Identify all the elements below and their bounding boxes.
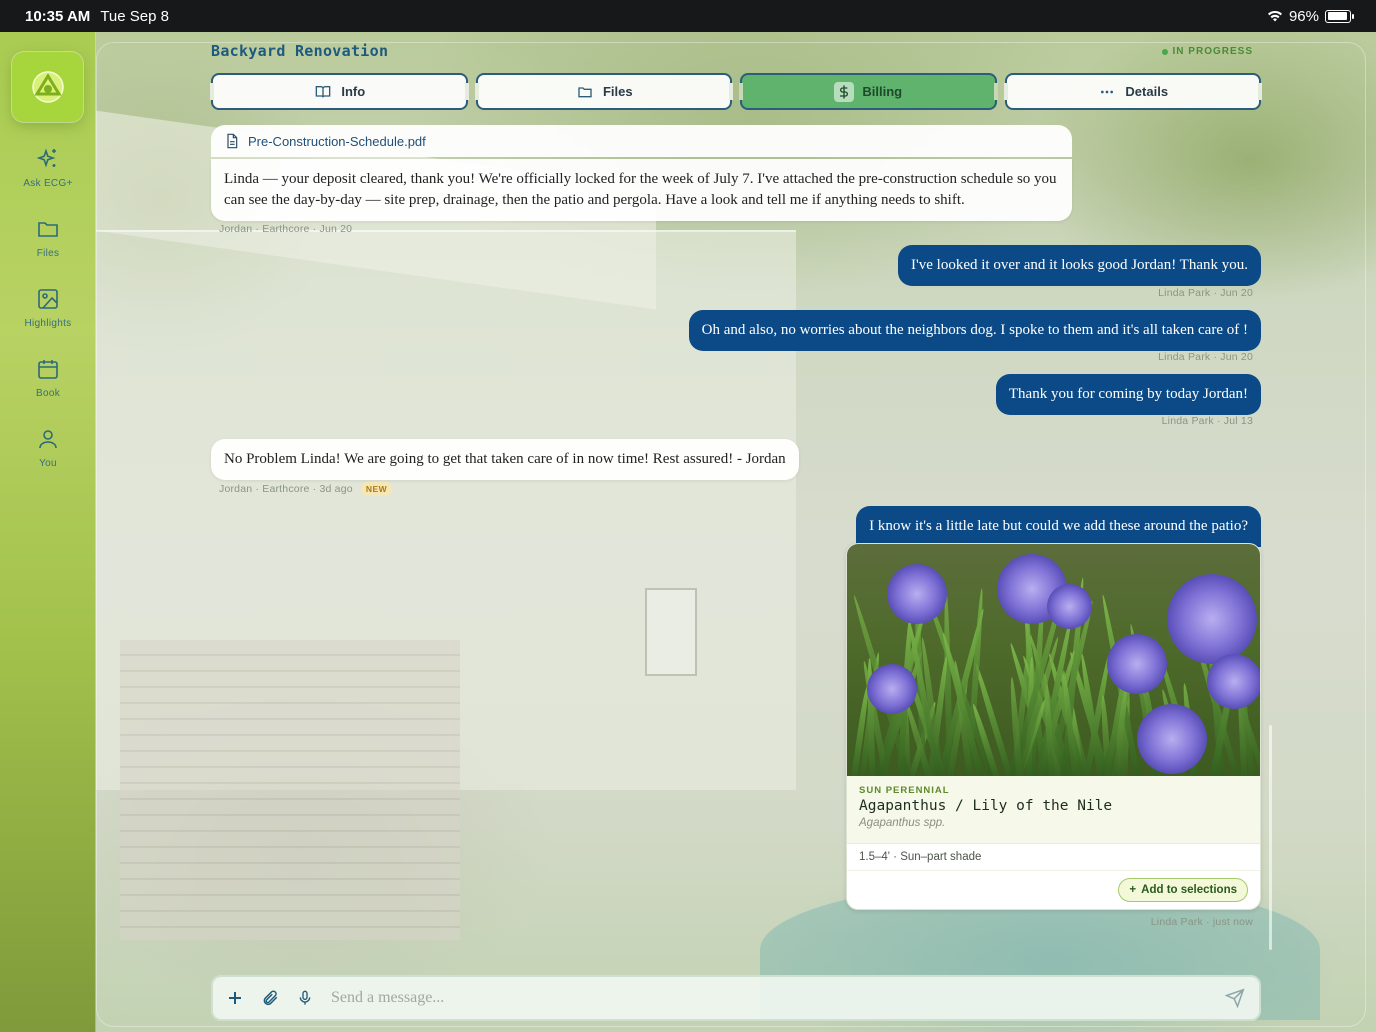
folder-icon bbox=[38, 222, 58, 237]
sidebar: Ask ECG+ Files Highlights Book You bbox=[0, 32, 96, 1032]
book-icon bbox=[315, 85, 331, 97]
message-input[interactable] bbox=[331, 989, 1207, 1007]
new-badge: NEW bbox=[360, 482, 393, 496]
ellipsis-icon bbox=[1101, 90, 1114, 93]
add-to-selections-button[interactable]: + Add to selections bbox=[1118, 878, 1248, 902]
message-text: Linda — your deposit cleared, thank you!… bbox=[224, 171, 1057, 208]
tab-label: Billing bbox=[862, 84, 903, 99]
tab-info[interactable]: Info bbox=[210, 73, 468, 110]
message-text: No Problem Linda! We are going to get th… bbox=[224, 451, 786, 467]
dollar-icon bbox=[840, 84, 849, 99]
message-meta: Linda Park · Jun 20 bbox=[1158, 287, 1253, 299]
logo-icon bbox=[31, 71, 64, 103]
flower-shape bbox=[1107, 634, 1167, 694]
file-attachment[interactable]: Pre-Construction-Schedule.pdf bbox=[211, 125, 1072, 157]
sidebar-item-highlights[interactable]: Highlights bbox=[0, 287, 96, 331]
flower-shape bbox=[867, 664, 917, 714]
tab-details[interactable]: Details bbox=[1003, 73, 1262, 110]
send-button[interactable] bbox=[1225, 988, 1245, 1008]
message-text: Thank you for coming by today Jordan! bbox=[1008, 386, 1248, 402]
tab-billing[interactable]: Billing bbox=[739, 73, 997, 110]
message-text: I know it's a little late but could we a… bbox=[869, 518, 1248, 534]
project-title: Backyard Renovation bbox=[211, 42, 389, 60]
document-icon bbox=[227, 133, 238, 149]
message-bubble: Thank you for coming by today Jordan! bbox=[995, 374, 1261, 415]
sidebar-item-files[interactable]: Files bbox=[0, 217, 96, 261]
message-bubble: I've looked it over and it looks good Jo… bbox=[898, 245, 1261, 286]
sidebar-item-label: Files bbox=[36, 248, 60, 259]
add-button[interactable] bbox=[227, 990, 243, 1006]
send-icon bbox=[1225, 988, 1245, 1008]
sparkles-icon bbox=[36, 148, 56, 168]
plant-latin-name: Agapanthus spp. bbox=[859, 817, 946, 829]
status-date: Tue Sep 8 bbox=[100, 7, 169, 25]
flower-shape bbox=[1047, 584, 1092, 629]
plant-name: Agapanthus / Lily of the Nile bbox=[859, 798, 1113, 814]
person-icon bbox=[39, 430, 57, 449]
tab-bar: Info Files Billing Details bbox=[210, 73, 1262, 110]
message-meta: Linda Park · Jun 20 bbox=[1158, 351, 1253, 363]
tab-label: Info bbox=[341, 84, 366, 99]
battery-icon bbox=[1325, 9, 1354, 23]
plus-icon: + bbox=[1129, 884, 1137, 896]
plus-icon bbox=[229, 992, 241, 1004]
flower-shape bbox=[1167, 574, 1257, 664]
message-text: Oh and also, no worries about the neighb… bbox=[701, 322, 1248, 338]
sidebar-item-label: Highlights bbox=[24, 318, 72, 329]
message-meta: Linda Park · just now bbox=[1150, 916, 1253, 928]
tab-files[interactable]: Files bbox=[474, 73, 733, 110]
sidebar-item-label: Ask ECG+ bbox=[23, 178, 73, 189]
image-icon bbox=[38, 289, 58, 309]
battery-percent: 96% bbox=[1288, 7, 1319, 25]
app-logo[interactable] bbox=[12, 52, 83, 122]
attach-button[interactable] bbox=[261, 989, 279, 1007]
scrollbar[interactable] bbox=[1269, 725, 1272, 950]
button-label: Add to selections bbox=[1141, 884, 1237, 896]
status-dot-icon bbox=[1161, 48, 1168, 55]
status-time: 10:35 AM bbox=[25, 7, 91, 25]
status-badge: IN PROGRESS bbox=[1161, 46, 1253, 57]
message-bubble: Linda — your deposit cleared, thank you!… bbox=[211, 159, 1072, 221]
microphone-button[interactable] bbox=[297, 988, 313, 1008]
tab-label: Details bbox=[1125, 84, 1169, 99]
flower-shape bbox=[887, 564, 947, 624]
plant-category: SUN PERENNIAL bbox=[859, 785, 950, 796]
status-bar: 10:35 AM Tue Sep 8 96% bbox=[0, 0, 1376, 32]
message-meta-text: Jordan · Earthcore · 3d ago bbox=[219, 483, 353, 495]
sidebar-item-label: You bbox=[39, 458, 57, 469]
flower-shape bbox=[1137, 704, 1207, 774]
message-text: I've looked it over and it looks good Jo… bbox=[911, 257, 1248, 273]
message-meta: Jordan · Earthcore · 3d ago NEW bbox=[219, 482, 393, 496]
flower-shape bbox=[1207, 654, 1260, 709]
sidebar-item-you[interactable]: You bbox=[0, 427, 96, 471]
calendar-icon bbox=[38, 360, 58, 379]
sidebar-item-ask-ecg[interactable]: Ask ECG+ bbox=[0, 147, 96, 191]
message-bubble: No Problem Linda! We are going to get th… bbox=[211, 439, 799, 480]
wifi-icon bbox=[1267, 10, 1282, 22]
folder-icon bbox=[578, 86, 592, 97]
microphone-icon bbox=[299, 990, 311, 1005]
sidebar-item-label: Book bbox=[36, 388, 60, 399]
message-composer bbox=[211, 975, 1261, 1021]
plant-specs: 1.5–4' · Sun–part shade bbox=[847, 843, 1260, 871]
attachment-filename: Pre-Construction-Schedule.pdf bbox=[248, 133, 426, 149]
status-label: IN PROGRESS bbox=[1172, 46, 1253, 57]
plant-card[interactable]: SUN PERENNIAL Agapanthus / Lily of the N… bbox=[846, 543, 1261, 910]
paperclip-icon bbox=[263, 990, 278, 1006]
message-meta: Jordan · Earthcore · Jun 20 bbox=[219, 223, 353, 235]
message-bubble: Oh and also, no worries about the neighb… bbox=[688, 310, 1261, 351]
tab-label: Files bbox=[602, 84, 633, 99]
message-bubble: I know it's a little late but could we a… bbox=[856, 506, 1261, 547]
sidebar-item-book[interactable]: Book bbox=[0, 357, 96, 401]
plant-photo bbox=[847, 544, 1260, 776]
message-meta: Linda Park · Jul 13 bbox=[1161, 415, 1253, 427]
message-thread[interactable]: Pre-Construction-Schedule.pdf Linda — yo… bbox=[211, 125, 1261, 955]
